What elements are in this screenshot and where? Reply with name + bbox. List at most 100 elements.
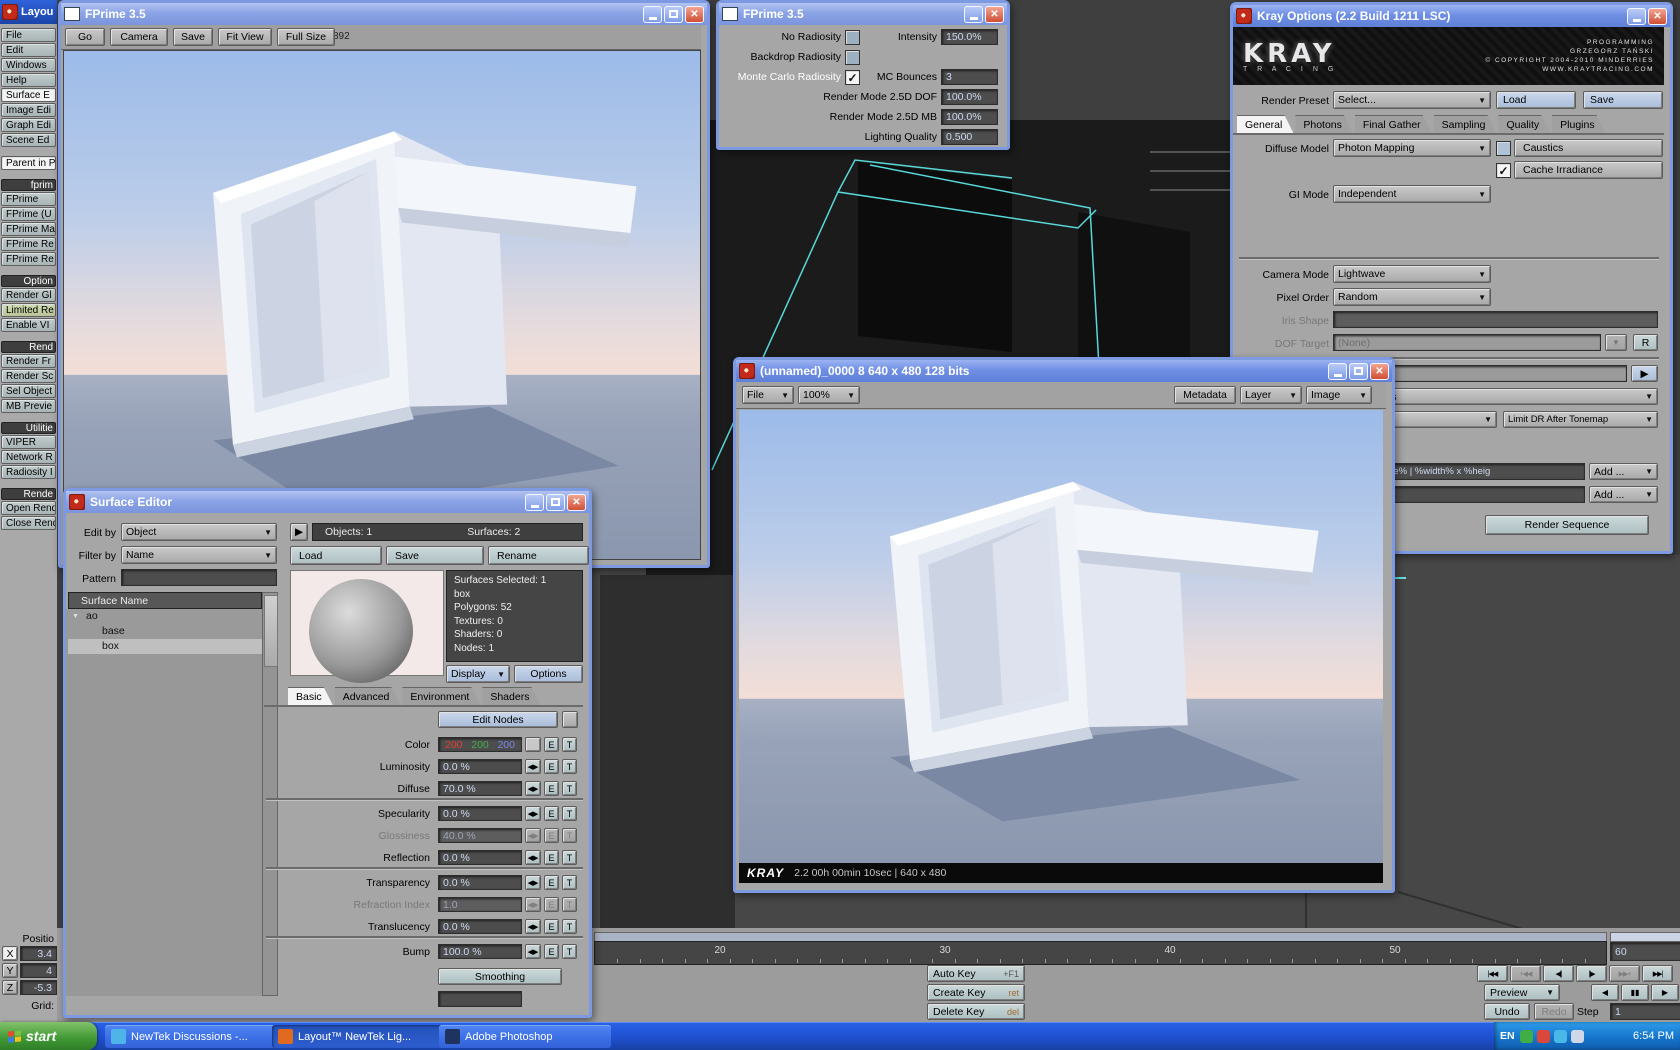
taskbar-task-3[interactable]: Adobe Photoshop: [439, 1025, 611, 1048]
texture-button[interactable]: T: [562, 806, 577, 821]
taskbar-task-2[interactable]: Layout™ NewTek Lig...: [272, 1025, 444, 1048]
tab-general[interactable]: General: [1237, 115, 1293, 133]
sidebar-item-surface-e[interactable]: Surface E: [1, 88, 56, 102]
smoothing-button[interactable]: Smoothing: [438, 968, 562, 985]
no-radiosity-checkbox[interactable]: [845, 30, 860, 45]
mini-slider-arrows-icon[interactable]: ◀▶: [525, 875, 541, 890]
sidebar-item-scene-ed[interactable]: Scene Ed: [1, 133, 56, 147]
texture-button[interactable]: T: [562, 781, 577, 796]
diffuse-field[interactable]: 70.0 %: [438, 781, 522, 796]
red-component[interactable]: 200: [445, 739, 463, 751]
go-end-button[interactable]: ▶▶|: [1642, 965, 1673, 982]
mini-slider-arrows-icon[interactable]: ◀▶: [525, 806, 541, 821]
tab-plugins[interactable]: Plugins: [1552, 115, 1605, 133]
minimize-button[interactable]: [1328, 363, 1347, 380]
scrollbar-thumb[interactable]: [264, 595, 278, 667]
texture-button[interactable]: T: [562, 919, 577, 934]
r-button[interactable]: R: [1633, 334, 1658, 351]
tab-environment[interactable]: Environment: [402, 687, 480, 705]
clock[interactable]: 6:54 PM: [1633, 1030, 1674, 1042]
bump-field[interactable]: 100.0 %: [438, 944, 522, 959]
create-key-button[interactable]: Create Keyret: [927, 984, 1025, 1001]
sidebar-item-fprime-u[interactable]: FPrime (U: [1, 207, 56, 221]
fprime-main-titlebar[interactable]: FPrime 3.5 ✕: [61, 3, 707, 25]
sidebar-item-fprime-re[interactable]: FPrime Re: [1, 237, 56, 251]
edit-by-dropdown[interactable]: Object▼: [121, 523, 277, 541]
surface-save-button[interactable]: Save: [386, 546, 484, 565]
texture-button[interactable]: T: [562, 850, 577, 865]
envelope-button[interactable]: E: [544, 806, 559, 821]
sidebar-item-parent-in-p[interactable]: Parent in P: [1, 156, 56, 170]
minimize-button[interactable]: [1627, 8, 1646, 25]
pixel-order-dropdown[interactable]: Random▼: [1333, 288, 1491, 306]
backdrop-radiosity-checkbox[interactable]: [845, 50, 860, 65]
fprime-value-field[interactable]: 0.500: [941, 129, 998, 145]
viewer-metadata-button[interactable]: Metadata: [1174, 386, 1236, 404]
viewer-image-dropdown[interactable]: Image▼: [1306, 386, 1372, 404]
tab-quality[interactable]: Quality: [1498, 115, 1550, 133]
sidebar-item-help[interactable]: Help: [1, 73, 56, 87]
texture-button[interactable]: T: [562, 759, 577, 774]
fprime-save-button[interactable]: Save: [173, 28, 213, 46]
sidebar-item-sel-object[interactable]: Sel Object: [1, 384, 56, 398]
cache-irradiance-checkbox[interactable]: ✓: [1496, 163, 1511, 178]
fprime-render-view[interactable]: [63, 50, 701, 560]
envelope-button[interactable]: E: [544, 781, 559, 796]
tab-shaders[interactable]: Shaders: [482, 687, 540, 705]
taskbar-task-1[interactable]: NewTek Discussions -...: [105, 1025, 277, 1048]
specularity-field[interactable]: 0.0 %: [438, 806, 522, 821]
color-swatch[interactable]: [525, 737, 541, 752]
pattern-field[interactable]: [121, 569, 277, 586]
tab-advanced[interactable]: Advanced: [335, 687, 401, 705]
refraction-index-field[interactable]: 1.0: [438, 897, 522, 912]
sidebar-item-render-sc[interactable]: Render Sc: [1, 369, 56, 383]
network-status-icon[interactable]: [1554, 1030, 1567, 1043]
position-x-field[interactable]: 3.4: [20, 946, 57, 961]
redo-button[interactable]: Redo: [1534, 1003, 1574, 1020]
sidebar-item-enable-vi[interactable]: Enable VI: [1, 318, 56, 332]
envelope-button[interactable]: E: [544, 850, 559, 865]
viewer-zoom-dropdown[interactable]: 100%▼: [798, 386, 860, 404]
close-icon[interactable]: ✕: [1370, 363, 1389, 380]
surface-list-item-ao[interactable]: ▼ao: [68, 609, 262, 624]
fprime-fit-view-button[interactable]: Fit View: [218, 28, 272, 46]
close-icon[interactable]: ✕: [685, 6, 704, 23]
language-indicator[interactable]: EN: [1500, 1030, 1515, 1042]
play-forward-button[interactable]: ▶: [1651, 984, 1679, 1001]
render-sequence-button[interactable]: Render Sequence: [1485, 515, 1649, 535]
minimize-button[interactable]: [643, 6, 662, 23]
sidebar-item-render-fr[interactable]: Render Fr: [1, 354, 56, 368]
sidebar-item-mb-previe[interactable]: MB Previe: [1, 399, 56, 413]
tab-photons[interactable]: Photons: [1295, 115, 1353, 133]
surface-preview[interactable]: [290, 570, 444, 676]
render-preset-dropdown[interactable]: Select...▼: [1333, 91, 1491, 109]
x-axis-button[interactable]: X: [2, 946, 18, 961]
preview-dropdown[interactable]: Preview▼: [1484, 984, 1560, 1001]
expander-triangle-icon[interactable]: ▼: [72, 609, 79, 624]
texture-button[interactable]: T: [562, 737, 577, 752]
luminosity-field[interactable]: 0.0 %: [438, 759, 522, 774]
green-component[interactable]: 200: [471, 739, 489, 751]
limit-dr-dropdown[interactable]: Limit DR After Tonemap▼: [1503, 411, 1658, 428]
sidebar-item-open-rend[interactable]: Open Rend: [1, 501, 56, 515]
frame-ruler[interactable]: 2030405060: [594, 941, 1607, 965]
sidebar-item-radiosity-i[interactable]: Radiosity I: [1, 465, 56, 479]
sidebar-item-close-rend[interactable]: Close Rend: [1, 516, 56, 530]
add-pattern-dropdown-2[interactable]: Add ...▼: [1589, 486, 1658, 503]
next-key-button[interactable]: ▶▶+: [1609, 965, 1640, 982]
caustics-row[interactable]: Caustics: [1514, 139, 1663, 157]
fprime-value-field[interactable]: 100.0%: [941, 89, 998, 105]
reflection-field[interactable]: 0.0 %: [438, 850, 522, 865]
translucency-field[interactable]: 0.0 %: [438, 919, 522, 934]
cache-irradiance-row[interactable]: Cache Irradiance: [1514, 161, 1663, 179]
kray-titlebar[interactable]: Kray Options (2.2 Build 1211 LSC) ✕: [1233, 5, 1670, 27]
sidebar-item-fprime[interactable]: FPrime: [1, 192, 56, 206]
surface-list-header[interactable]: Surface Name: [68, 592, 262, 609]
undo-button[interactable]: Undo: [1484, 1003, 1530, 1020]
texture-button[interactable]: T: [562, 875, 577, 890]
glossiness-field[interactable]: 40.0 %: [438, 828, 522, 843]
sidebar-item-file[interactable]: File: [1, 28, 56, 42]
caustics-checkbox[interactable]: [1496, 141, 1511, 156]
monte-carlo-radiosity-checkbox[interactable]: ✓: [845, 70, 860, 85]
tab-sampling[interactable]: Sampling: [1434, 115, 1497, 133]
